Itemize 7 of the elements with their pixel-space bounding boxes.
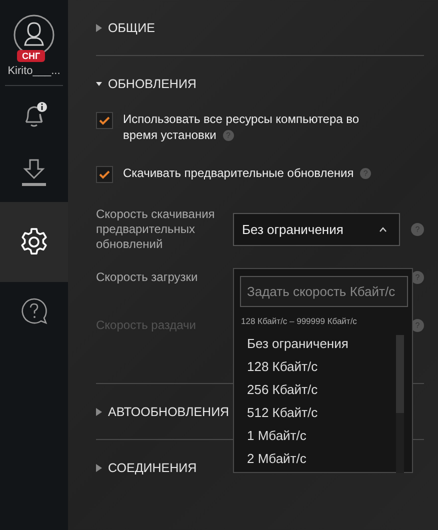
setting-label: Скорость загрузки bbox=[96, 270, 199, 284]
region-badge: СНГ bbox=[17, 50, 46, 62]
range-hint: 128 Кбайт/с – 999999 Кбайт/с bbox=[241, 316, 358, 326]
setting-label: Скорость скачивания предварительных обновлений bbox=[96, 206, 216, 252]
username: Kirito___... bbox=[8, 65, 60, 77]
checkbox-label: Использовать все ресурсы компьютера во время установки ? bbox=[123, 111, 360, 143]
checkbox-label: Скачивать предварительные обновления ? bbox=[123, 165, 372, 181]
